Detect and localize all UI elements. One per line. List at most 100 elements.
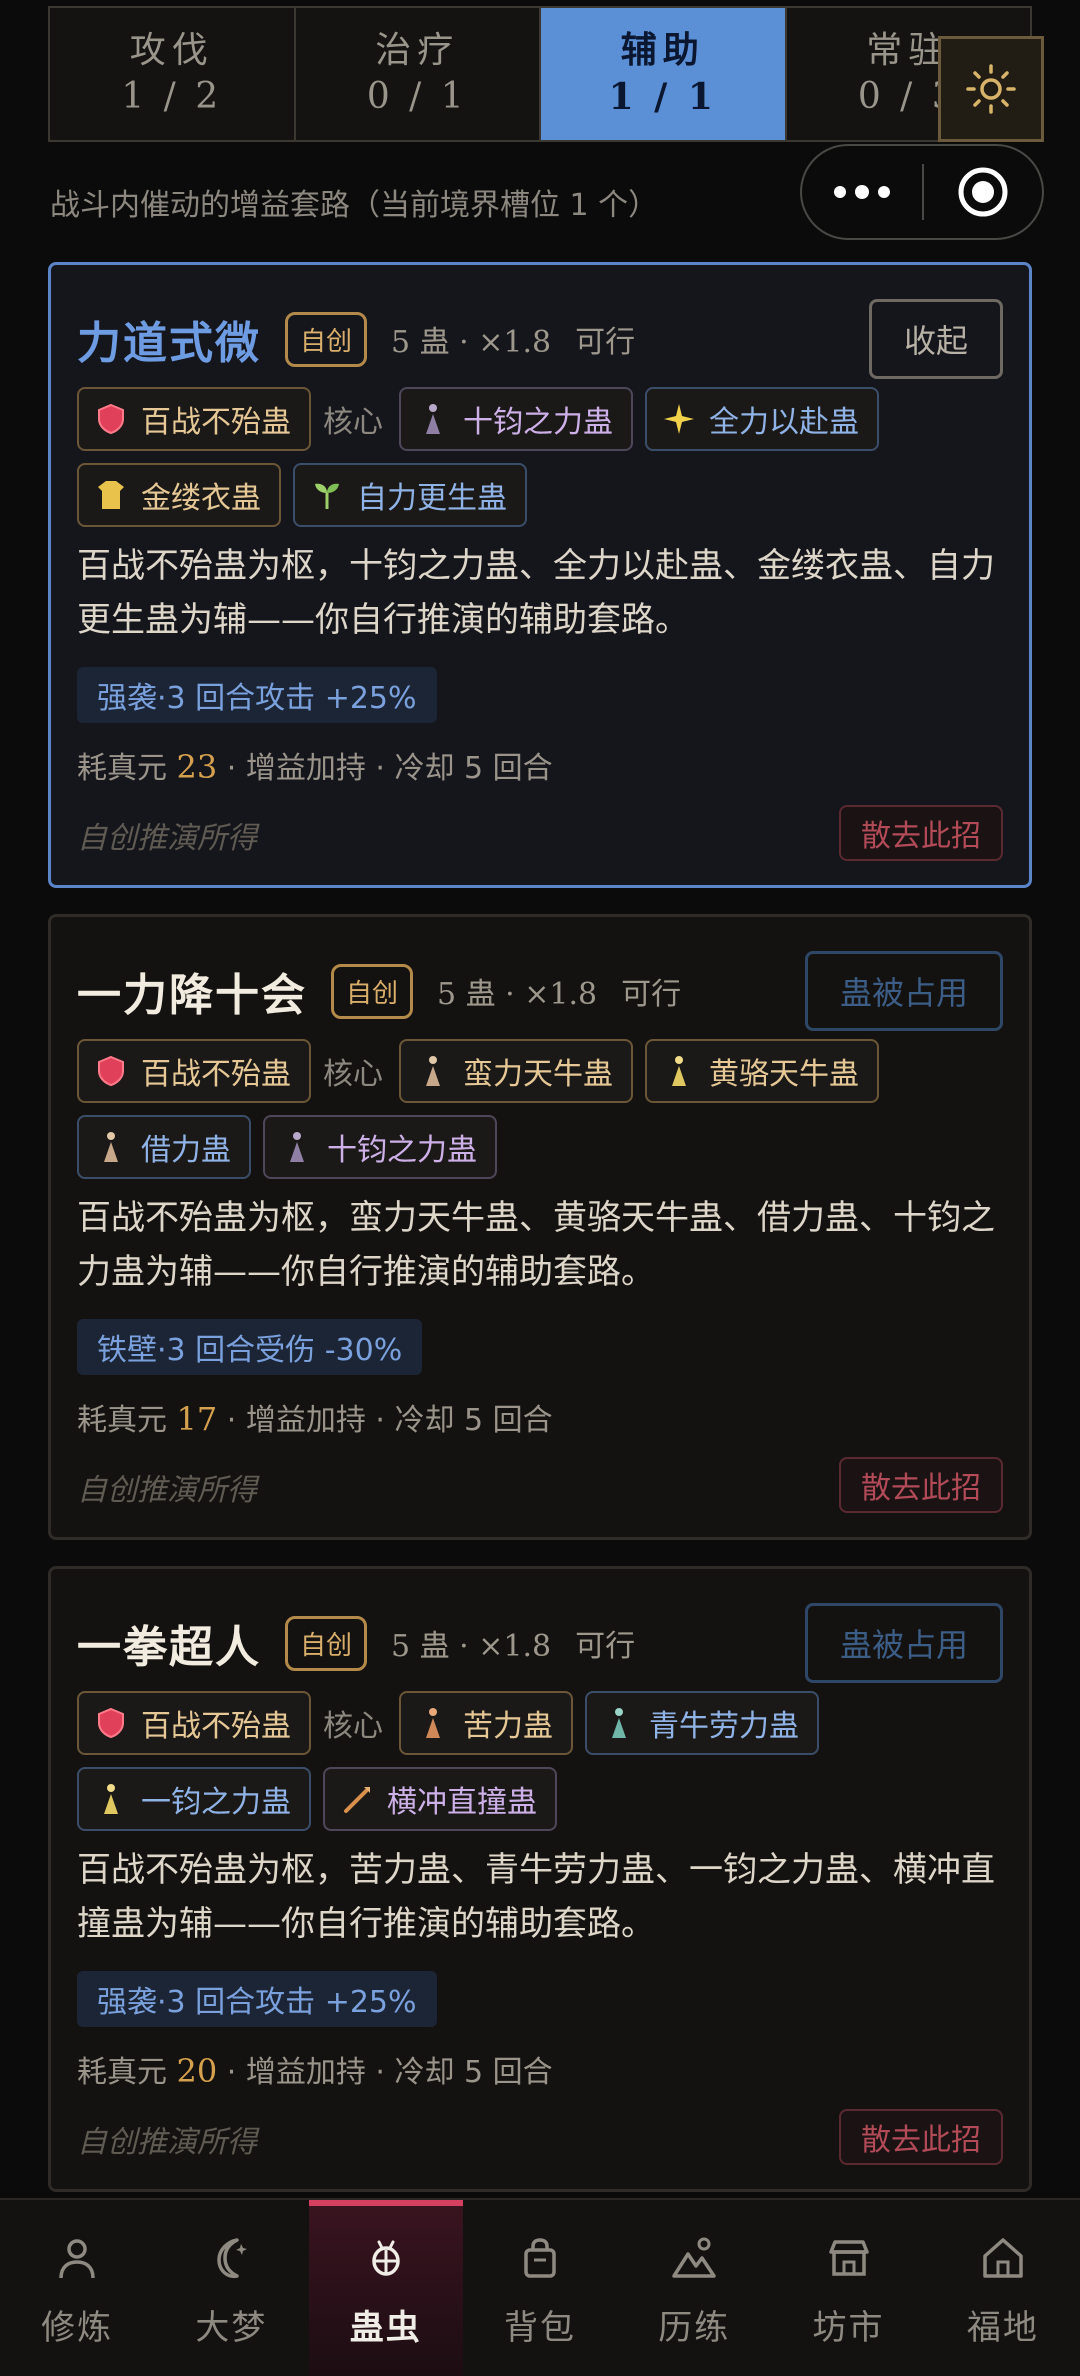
collapse-button[interactable]: 收起 [868,299,1003,379]
gu-chip[interactable]: 黄骆天牛蛊 [645,1039,879,1103]
nav-item-gu[interactable]: 蛊虫 [308,2200,464,2376]
chip-label: 苦力蛊 [463,1709,553,1744]
nav-item-journey[interactable]: 历练 [617,2200,771,2376]
cost-value: 23 [176,748,218,786]
chip-label: 百战不殆蛊 [141,405,291,440]
self-created-badge: 自创 [285,1615,368,1671]
gu-chip-row: 一钧之力蛊 横冲直撞蛊 [77,1767,1003,1843]
self-created-badge: 自创 [331,963,414,1019]
figure-icon [415,1705,451,1741]
tab-label: 辅助 [620,30,705,71]
card-feasible: 可行 [621,977,682,1012]
chip-label: 借力蛊 [141,1133,231,1168]
card-description: 百战不殆蛊为枢，十钧之力蛊、全力以赴蛊、金缕衣蛊、自力更生蛊为辅——你自行推演的… [77,546,995,640]
dismiss-button[interactable]: 散去此招 [839,2109,1003,2165]
occupied-button[interactable]: 蛊被占用 [804,1603,1003,1683]
cost-suffix: · 增益加持 · 冷却 5 回合 [217,751,553,786]
nav-item-bag[interactable]: 背包 [463,2200,617,2376]
gu-chip[interactable]: 苦力蛊 [399,1691,573,1755]
card-meta: 5 蛊 · ×1.8 [391,325,552,360]
bottom-nav: 修炼 大梦 蛊虫 背包 历练 坊市 福地 [0,2198,1080,2376]
tab-count: 1 / 1 [608,76,717,118]
more-icon[interactable] [802,146,922,238]
chip-label: 黄骆天牛蛊 [709,1057,859,1092]
nav-item-cultivate[interactable]: 修炼 [0,2200,154,2376]
cost-suffix: · 增益加持 · 冷却 5 回合 [217,1403,553,1438]
nav-label: 历练 [658,2308,731,2348]
nav-label: 坊市 [812,2308,885,2348]
cost-prefix: 耗真元 [77,751,177,786]
card-title: 一力降十会 [77,970,307,1021]
robe-icon [93,477,129,513]
person-icon [59,2239,95,2279]
occupied-button[interactable]: 蛊被占用 [804,951,1003,1031]
shop-icon [828,2240,869,2276]
gu-chip[interactable]: 蛮力天牛蛊 [399,1039,633,1103]
spear-icon [339,1781,375,1817]
sparkle-icon [661,401,697,437]
tab-heal[interactable]: 治疗 0 / 1 [296,8,541,140]
figure-icon [415,401,451,437]
card-header: 一拳超人 自创 5 蛊 · ×1.8 可行 蛊被占用 [77,1603,1003,1683]
gu-chip[interactable]: 青牛劳力蛊 [585,1691,819,1755]
gu-chip[interactable]: 金缕衣蛊 [77,463,281,527]
tab-support[interactable]: 辅助 1 / 1 [541,8,787,140]
gu-chip[interactable]: 百战不殆蛊 [77,1039,311,1103]
gu-chip[interactable]: 横冲直撞蛊 [323,1767,557,1831]
card-title: 力道式微 [77,318,261,369]
chip-label: 一钧之力蛊 [141,1785,291,1820]
dismiss-button[interactable]: 散去此招 [839,1457,1003,1513]
card-meta: 5 蛊 · ×1.8 [391,1629,552,1664]
gu-chip-row: 百战不殆蛊 核心 十钧之力蛊 全力以赴蛊 [77,387,1003,463]
skill-card[interactable]: 力道式微 自创 5 蛊 · ×1.8 可行 收起 百战不殆蛊 核心 十钧之力蛊 … [48,262,1032,888]
card-description: 百战不殆蛊为枢，蛮力天牛蛊、黄骆天牛蛊、借力蛊、十钧之力蛊为辅——你自行推演的辅… [77,1198,995,1292]
chip-label: 全力以赴蛊 [709,405,859,440]
dismiss-button[interactable]: 散去此招 [839,805,1003,861]
card-header: 力道式微 自创 5 蛊 · ×1.8 可行 收起 [77,299,1003,379]
chip-label: 青牛劳力蛊 [649,1709,799,1744]
nav-label: 修炼 [41,2308,114,2348]
gu-chip[interactable]: 百战不殆蛊 [77,1691,311,1755]
category-tabs: 攻伐 1 / 2 治疗 0 / 1 辅助 1 / 1 常驻 0 / 3 [48,6,1032,142]
cost-prefix: 耗真元 [77,1403,177,1438]
tab-count: 0 / 1 [366,76,468,117]
chip-label: 十钧之力蛊 [463,405,613,440]
close-target-icon[interactable] [924,146,1042,238]
figure-icon [279,1129,315,1165]
cost-prefix: 耗真元 [77,2055,177,2090]
nav-item-blessed-land[interactable]: 福地 [926,2200,1080,2376]
self-created-badge: 自创 [285,311,368,367]
chip-label: 横冲直撞蛊 [387,1785,537,1820]
gu-chip[interactable]: 百战不殆蛊 [77,387,311,451]
gu-chip[interactable]: 一钧之力蛊 [77,1767,311,1831]
gu-chip[interactable]: 自力更生蛊 [293,463,527,527]
tab-label: 治疗 [375,30,460,71]
chip-label: 金缕衣蛊 [141,481,261,516]
tab-count: 1 / 2 [121,76,223,117]
cost-value: 20 [176,2052,218,2090]
tab-attack[interactable]: 攻伐 1 / 2 [50,8,296,140]
skill-card[interactable]: 一力降十会 自创 5 蛊 · ×1.8 可行 蛊被占用 百战不殆蛊 核心 蛮力天… [48,914,1032,1540]
origin-text: 自创推演所得 [77,821,257,856]
mini-program-capsule [800,144,1044,240]
tab-label: 攻伐 [129,30,214,71]
gu-chip[interactable]: 十钧之力蛊 [263,1115,497,1179]
figure-icon [601,1705,637,1741]
nav-item-market[interactable]: 坊市 [771,2200,925,2376]
skill-card[interactable]: 一拳超人 自创 5 蛊 · ×1.8 可行 蛊被占用 百战不殆蛊 核心 苦力蛊 … [48,1566,1032,2192]
cost-line: 耗真元 17 · 增益加持 · 冷却 5 回合 [77,1395,553,1439]
chip-label: 自力更生蛊 [357,481,507,516]
gu-chip[interactable]: 十钧之力蛊 [399,387,633,451]
figure-icon [93,1781,129,1817]
gu-chip[interactable]: 借力蛊 [77,1115,251,1179]
shield-icon [93,1705,129,1741]
sun-icon[interactable] [938,36,1044,142]
nav-label: 福地 [966,2308,1039,2348]
nav-item-dream[interactable]: 大梦 [154,2200,308,2376]
chip-label: 蛮力天牛蛊 [463,1057,613,1092]
bug-icon [371,2240,400,2276]
nav-label: 背包 [503,2308,576,2348]
core-label: 核心 [323,1057,383,1092]
gu-chip[interactable]: 全力以赴蛊 [645,387,879,451]
sprout-icon [309,477,345,513]
